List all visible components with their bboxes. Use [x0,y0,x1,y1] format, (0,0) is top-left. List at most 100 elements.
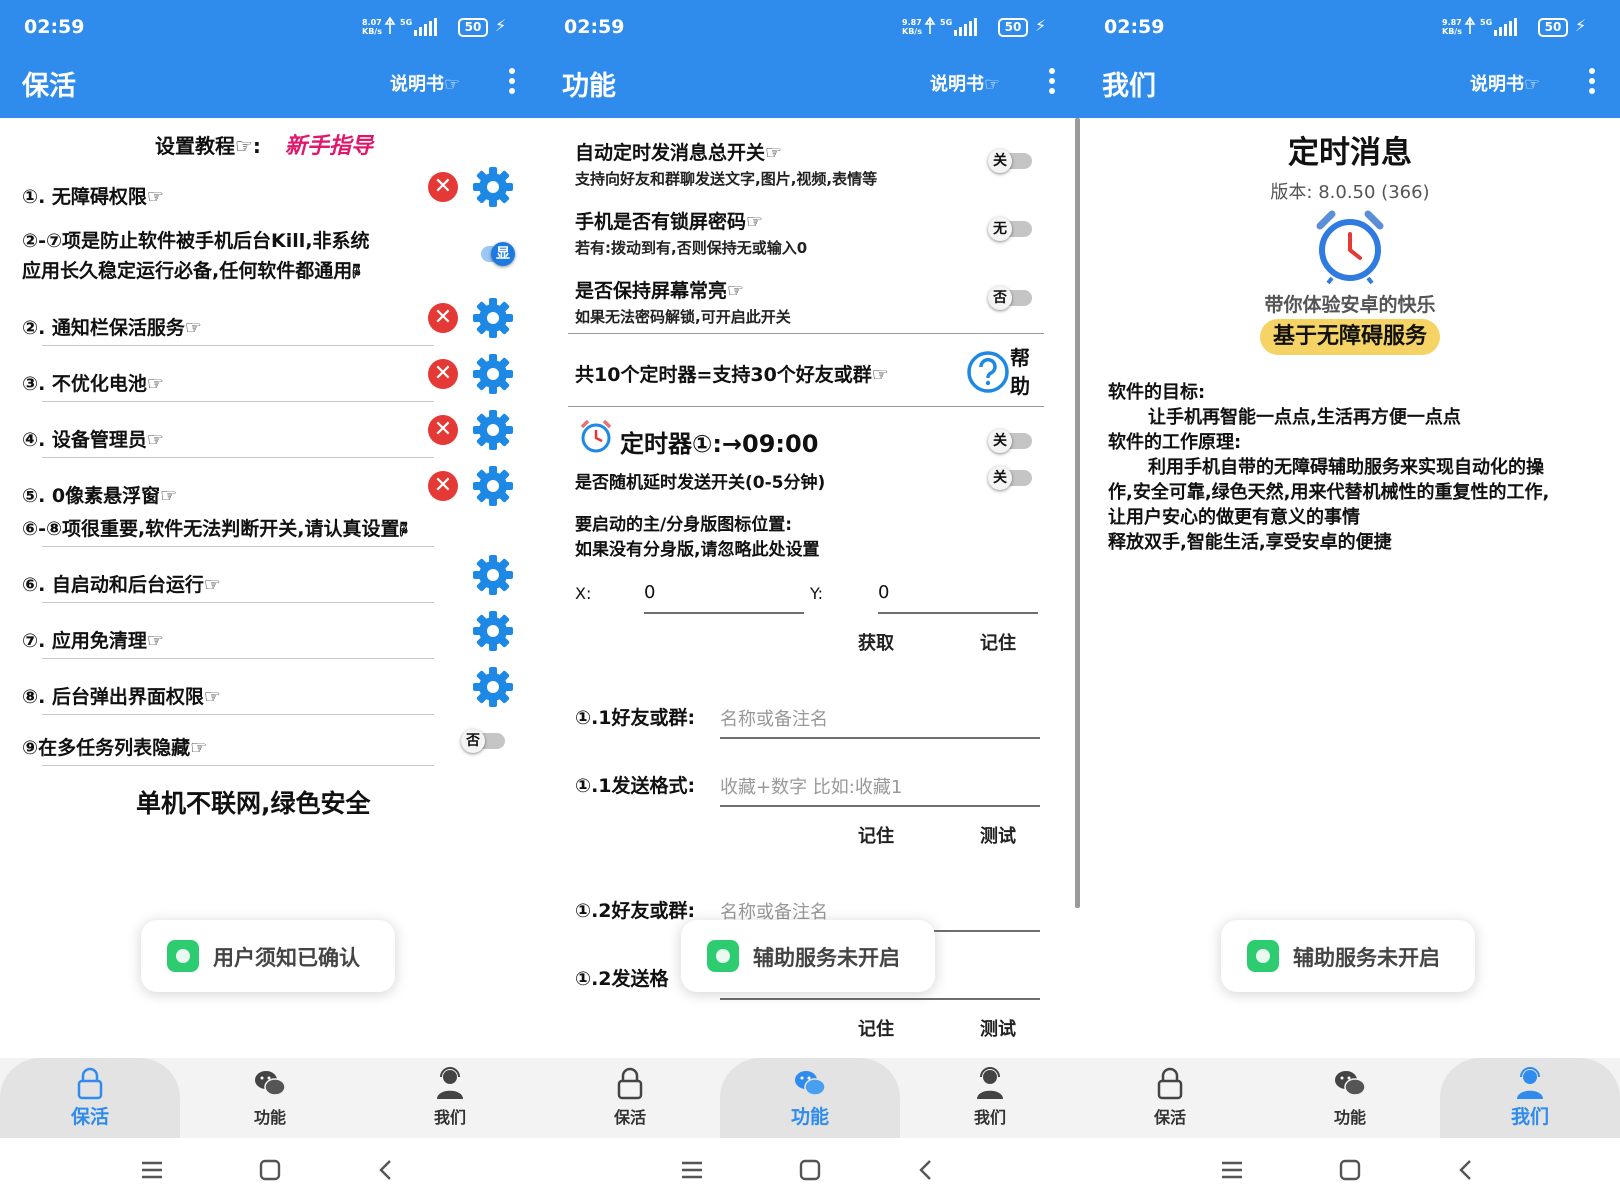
charging-icon: ⚡ [495,16,507,35]
bottom-tab-bar: 保活 功能 我们 [1080,1058,1620,1138]
tab-about[interactable]: 我们 [360,1058,540,1138]
menu-icon[interactable] [138,1156,166,1184]
support-agent-icon [437,1067,463,1099]
gear-icon[interactable] [471,165,515,209]
help-icon[interactable] [966,350,1010,394]
more-menu-icon[interactable] [1580,66,1604,96]
home-icon[interactable] [256,1156,284,1184]
principle-text-3: 让用户安心的做更有意义的事情 [1108,507,1360,528]
item-autostart[interactable]: ⑥. 自启动和后台运行☞ [22,570,221,597]
gear-icon[interactable] [471,665,515,709]
remember-button[interactable]: 记住 [858,822,894,848]
wechat-icon [795,1071,826,1096]
manual-link[interactable]: 说明书☞ [390,70,460,96]
friend-group-1-input[interactable]: 名称或备注名 [720,705,828,731]
battery-icon: 50 [458,18,488,37]
random-delay-toggle[interactable]: 关 [988,466,1034,490]
tab-features[interactable]: 功能 [180,1058,360,1138]
tab-keepalive[interactable]: 保活 [540,1058,720,1138]
gear-icon[interactable] [471,408,515,452]
setting-screen-on-desc: 如果无法密码解锁,可开启此开关 [575,308,791,326]
send-format-1-input[interactable]: 收藏+数字 比如:收藏1 [720,773,902,799]
more-menu-icon[interactable] [1040,66,1064,96]
gear-icon[interactable] [471,553,515,597]
auto-send-toggle[interactable]: 关 [988,149,1034,173]
footer-slogan: 单机不联网,绿色安全 [136,789,371,818]
wechat-icon [1335,1071,1366,1096]
menu-icon[interactable] [678,1156,706,1184]
gear-icon[interactable] [471,352,515,396]
item-floating-window[interactable]: ⑤. 0像素悬浮窗☞ [22,481,177,508]
home-icon[interactable] [796,1156,824,1184]
test-button[interactable]: 测试 [980,822,1016,848]
close-icon: ✕ [428,415,458,445]
x-input-underline [644,612,804,614]
divider [42,345,434,346]
back-icon[interactable] [1452,1156,1480,1184]
wechat-icon [255,1071,286,1096]
toast: 用户须知已确认 [141,920,395,992]
setting-auto-send-title: 自动定时发消息总开关☞ [575,142,783,164]
hide-recents-toggle[interactable]: 否 [461,729,507,753]
screen-on-toggle[interactable]: 否 [988,286,1034,310]
note-important: ⑥-⑧项很重要,软件无法判断开关,请认真设置🖗 [22,518,408,540]
menu-icon[interactable] [1218,1156,1246,1184]
more-menu-icon[interactable] [500,66,524,96]
panel-keepalive: 02:59 8.07 KB/s 5G 50 ⚡ 保活 说明书☞ 设置教程☞: 新手… [0,0,540,1200]
note-keepalive-line1: ②-⑦项是防止软件被手机后台Kill,非系统 [22,230,370,252]
back-icon[interactable] [372,1156,400,1184]
tab-features[interactable]: 功能 [720,1058,900,1138]
page-title: 我们 [1102,71,1156,102]
close-icon: ✕ [428,359,458,389]
y-input[interactable]: 0 [878,582,889,603]
test-button[interactable]: 测试 [980,1015,1016,1041]
app-bar: 02:59 8.07 KB/s 5G 50 ⚡ 保活 说明书☞ [0,0,540,118]
tab-keepalive[interactable]: 保活 [1080,1058,1260,1138]
beginner-guide-link[interactable]: 新手指导 [285,128,373,160]
manual-link[interactable]: 说明书☞ [930,70,1000,96]
home-icon[interactable] [1336,1156,1364,1184]
signal-icon: 5G [1464,16,1517,36]
item-background-popup[interactable]: ⑧. 后台弹出界面权限☞ [22,682,221,709]
input-underline [720,805,1040,807]
tab-keepalive[interactable]: 保活 [0,1058,180,1138]
gear-icon[interactable] [471,464,515,508]
status-time: 02:59 [24,16,85,38]
tab-features[interactable]: 功能 [1260,1058,1440,1138]
charging-icon: ⚡ [1575,16,1587,35]
divider [42,658,434,659]
item-device-admin[interactable]: ④. 设备管理员☞ [22,425,164,452]
remember-position-button[interactable]: 记住 [980,629,1016,655]
item-battery-optimization[interactable]: ③. 不优化电池☞ [22,369,164,396]
bottom-tab-bar: 保活 功能 我们 [0,1058,540,1138]
item-hide-recents[interactable]: ⑨在多任务列表隐藏☞ [22,733,207,760]
y-label: Y: [810,584,824,603]
tab-about[interactable]: 我们 [1440,1058,1620,1138]
show-toggle[interactable]: 显 [471,242,517,266]
back-icon[interactable] [912,1156,940,1184]
manual-link[interactable]: 说明书☞ [1470,70,1540,96]
gear-icon[interactable] [471,296,515,340]
slogan: 带你体验安卓的快乐 [1264,294,1436,316]
lock-icon [617,1067,643,1100]
close-icon: ✕ [428,471,458,501]
tab-about[interactable]: 我们 [900,1058,1080,1138]
lock-password-toggle[interactable]: 无 [988,217,1034,241]
goal-text: 让手机再智能一点点,生活再方便一点点 [1148,407,1461,428]
item-notification-service[interactable]: ②. 通知栏保活服务☞ [22,313,202,340]
accessibility-badge: 基于无障碍服务 [1260,319,1440,355]
remember-button[interactable]: 记住 [858,1015,894,1041]
divider [42,765,434,766]
item-accessibility[interactable]: ①. 无障碍权限☞ [22,182,164,209]
svg-text:5G: 5G [1480,18,1492,27]
item-no-clean[interactable]: ⑦. 应用免清理☞ [22,626,164,653]
get-position-button[interactable]: 获取 [858,629,894,655]
x-input[interactable]: 0 [644,582,655,603]
help-link[interactable]: 帮助 [1010,344,1030,400]
gear-icon[interactable] [471,609,515,653]
toast: 辅助服务未开启 [1221,920,1475,992]
send-format-1-label: ①.1发送格式: [575,775,696,797]
timer-1-toggle[interactable]: 关 [988,429,1034,453]
battery-icon: 50 [998,18,1028,37]
principle-text-1: 利用手机自带的无障碍辅助服务来实现自动化的操 [1148,457,1544,478]
